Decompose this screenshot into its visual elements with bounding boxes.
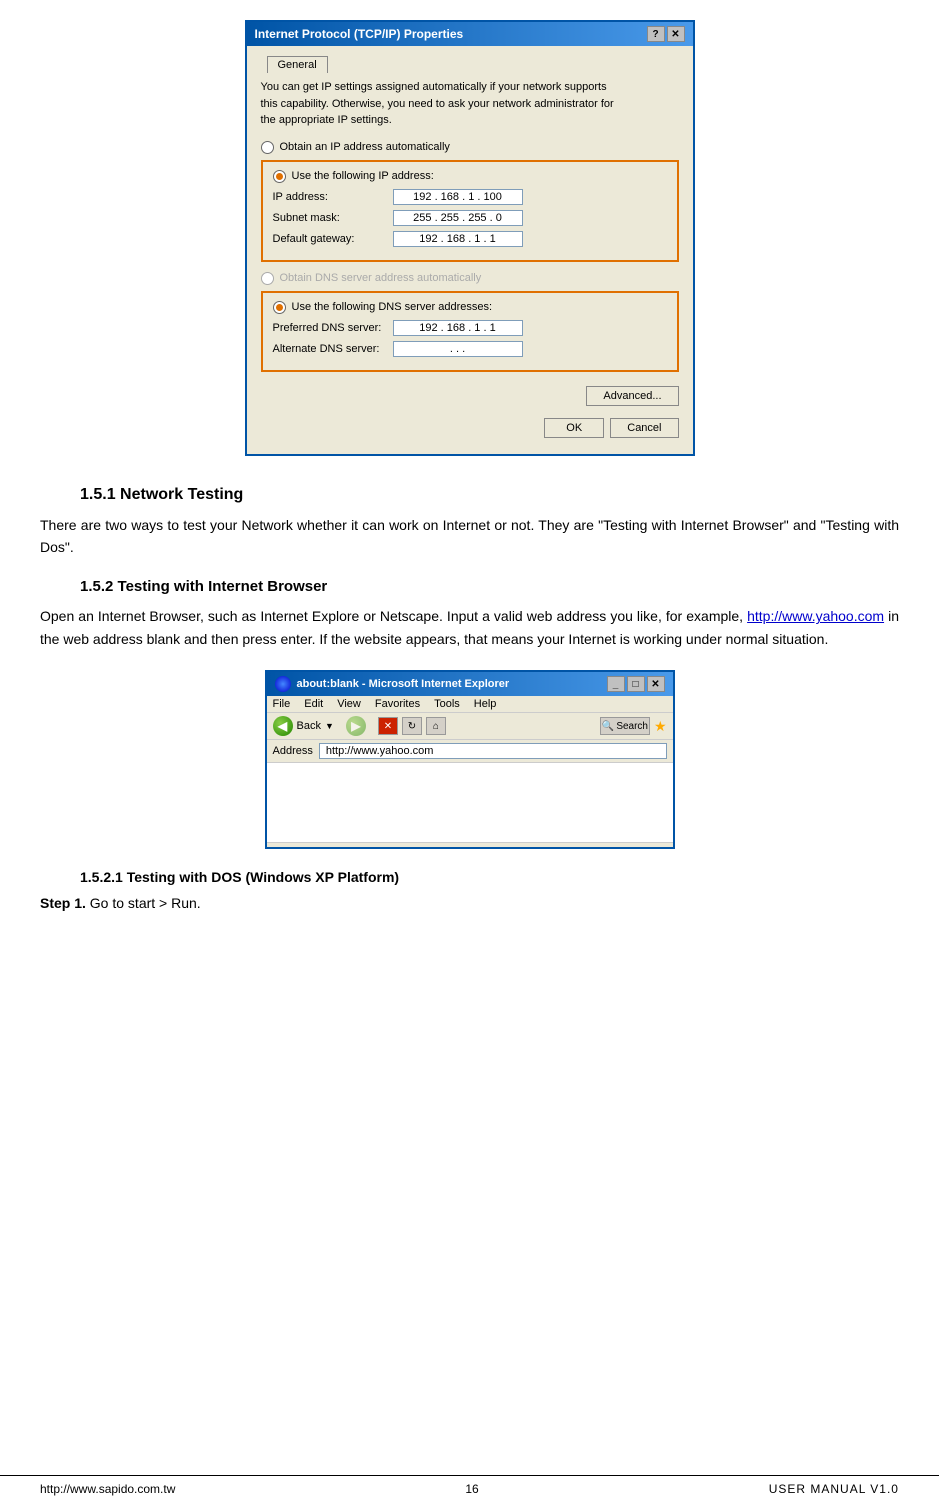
gateway-label: Default gateway: bbox=[273, 233, 393, 245]
ie-forward-button[interactable]: ▶ bbox=[346, 716, 366, 736]
manual-dns-label: Use the following DNS server addresses: bbox=[292, 301, 493, 313]
ie-menu-tools[interactable]: Tools bbox=[434, 698, 460, 710]
section-1-5-2-body: Open an Internet Browser, such as Intern… bbox=[40, 605, 899, 650]
section-1-5-2-1-heading: 1.5.2.1 Testing with DOS (Windows XP Pla… bbox=[80, 869, 899, 885]
tcp-ip-dialog-container: Internet Protocol (TCP/IP) Properties ? … bbox=[40, 20, 899, 456]
ie-back-label: Back bbox=[297, 720, 321, 732]
ie-menu-edit[interactable]: Edit bbox=[304, 698, 323, 710]
auto-ip-radio[interactable] bbox=[261, 141, 274, 154]
advanced-button[interactable]: Advanced... bbox=[586, 386, 678, 406]
ie-search-icon: 🔍 bbox=[602, 721, 614, 732]
preferred-dns-row: Preferred DNS server: 192 . 168 . 1 . 1 bbox=[273, 320, 667, 336]
subnet-label: Subnet mask: bbox=[273, 212, 393, 224]
ie-favorites-star-icon[interactable]: ★ bbox=[654, 718, 667, 735]
yahoo-link[interactable]: http://www.yahoo.com bbox=[747, 608, 884, 624]
footer-page: 16 bbox=[465, 1482, 478, 1496]
page-footer: http://www.sapido.com.tw 16 USER MANUAL … bbox=[0, 1475, 939, 1502]
ie-statusbar bbox=[267, 843, 673, 847]
alternate-dns-label: Alternate DNS server: bbox=[273, 343, 393, 355]
section-1-5-1-body: There are two ways to test your Network … bbox=[40, 514, 899, 559]
alternate-dns-row: Alternate DNS server: . . . bbox=[273, 341, 667, 357]
ok-button[interactable]: OK bbox=[544, 418, 604, 438]
auto-dns-radio[interactable] bbox=[261, 272, 274, 285]
auto-ip-label: Obtain an IP address automatically bbox=[280, 141, 450, 153]
section-1-5-1-heading: 1.5.1 Network Testing bbox=[80, 486, 899, 504]
dialog-titlebar: Internet Protocol (TCP/IP) Properties ? … bbox=[247, 22, 693, 46]
footer-url: http://www.sapido.com.tw bbox=[40, 1482, 175, 1496]
ie-menu-file[interactable]: File bbox=[273, 698, 291, 710]
manual-dns-row: Use the following DNS server addresses: bbox=[273, 301, 667, 314]
ie-menu-view[interactable]: View bbox=[337, 698, 361, 710]
ie-titlebar: about:blank - Microsoft Internet Explore… bbox=[267, 672, 673, 696]
ie-stop-button[interactable]: ✕ bbox=[378, 717, 398, 735]
ie-search-button[interactable]: 🔍 Search bbox=[600, 717, 650, 735]
preferred-dns-label: Preferred DNS server: bbox=[273, 322, 393, 334]
ie-minimize-button[interactable]: _ bbox=[607, 676, 625, 692]
close-button[interactable]: ✕ bbox=[667, 26, 685, 42]
ie-address-input[interactable] bbox=[319, 743, 667, 759]
step1-row: Step 1. Go to start > Run. bbox=[40, 895, 899, 911]
ok-cancel-row: OK Cancel bbox=[261, 418, 679, 444]
ie-logo-icon bbox=[275, 676, 291, 692]
ie-window-container: about:blank - Microsoft Internet Explore… bbox=[40, 670, 899, 849]
preferred-dns-value[interactable]: 192 . 168 . 1 . 1 bbox=[393, 320, 523, 336]
subnet-row: Subnet mask: 255 . 255 . 255 . 0 bbox=[273, 210, 667, 226]
section-1-5-2: 1.5.2 Testing with Internet Browser Open… bbox=[40, 578, 899, 650]
ie-toolbar: ◀ Back ▼ ▶ ✕ ↻ ⌂ 🔍 Search ★ bbox=[267, 713, 673, 740]
ie-close-button[interactable]: ✕ bbox=[647, 676, 665, 692]
dialog-title: Internet Protocol (TCP/IP) Properties bbox=[255, 27, 464, 41]
ip-address-row: IP address: 192 . 168 . 1 . 100 bbox=[273, 189, 667, 205]
manual-dns-radio[interactable] bbox=[273, 301, 286, 314]
manual-ip-radio[interactable] bbox=[273, 170, 286, 183]
gateway-row: Default gateway: 192 . 168 . 1 . 1 bbox=[273, 231, 667, 247]
titlebar-buttons: ? ✕ bbox=[647, 26, 685, 42]
general-tab[interactable]: General bbox=[267, 56, 328, 73]
footer-manual: USER MANUAL V1.0 bbox=[769, 1482, 899, 1496]
ie-home-button[interactable]: ⌂ bbox=[426, 717, 446, 735]
section-1-5-2-1: 1.5.2.1 Testing with DOS (Windows XP Pla… bbox=[40, 869, 899, 911]
section-1-5-2-body1: Open an Internet Browser, such as Intern… bbox=[40, 608, 743, 624]
ie-back-dropdown[interactable]: ▼ bbox=[325, 721, 334, 731]
ie-address-bar: Address bbox=[267, 740, 673, 763]
gateway-value[interactable]: 192 . 168 . 1 . 1 bbox=[393, 231, 523, 247]
ie-maximize-button[interactable]: □ bbox=[627, 676, 645, 692]
subnet-value[interactable]: 255 . 255 . 255 . 0 bbox=[393, 210, 523, 226]
ie-content-area bbox=[267, 763, 673, 843]
help-button[interactable]: ? bbox=[647, 26, 665, 42]
step1-label: Step 1. bbox=[40, 895, 86, 911]
ie-back-button[interactable]: ◀ bbox=[273, 716, 293, 736]
ie-menubar: File Edit View Favorites Tools Help bbox=[267, 696, 673, 713]
ip-address-label: IP address: bbox=[273, 191, 393, 203]
section-1-5-2-heading: 1.5.2 Testing with Internet Browser bbox=[80, 578, 899, 595]
alternate-dns-value[interactable]: . . . bbox=[393, 341, 523, 357]
ie-title: about:blank - Microsoft Internet Explore… bbox=[297, 678, 510, 690]
tcp-ip-dialog: Internet Protocol (TCP/IP) Properties ? … bbox=[245, 20, 695, 456]
auto-ip-row: Obtain an IP address automatically bbox=[261, 141, 679, 154]
dialog-info-text: You can get IP settings assigned automat… bbox=[261, 79, 679, 129]
ie-titlebar-buttons: _ □ ✕ bbox=[607, 676, 665, 692]
step1-text: Go to start > Run. bbox=[90, 895, 201, 911]
ie-menu-help[interactable]: Help bbox=[474, 698, 497, 710]
manual-ip-row: Use the following IP address: bbox=[273, 170, 667, 183]
ie-window: about:blank - Microsoft Internet Explore… bbox=[265, 670, 675, 849]
cancel-button[interactable]: Cancel bbox=[610, 418, 678, 438]
dialog-content: General You can get IP settings assigned… bbox=[247, 46, 693, 454]
auto-dns-row: Obtain DNS server address automatically bbox=[261, 272, 679, 285]
section-1-5-1: 1.5.1 Network Testing There are two ways… bbox=[40, 486, 899, 559]
advanced-btn-row: Advanced... bbox=[261, 382, 679, 412]
manual-dns-box: Use the following DNS server addresses: … bbox=[261, 291, 679, 372]
manual-ip-box: Use the following IP address: IP address… bbox=[261, 160, 679, 262]
ie-address-label: Address bbox=[273, 745, 313, 757]
ie-menu-favorites[interactable]: Favorites bbox=[375, 698, 420, 710]
ie-search-label: Search bbox=[616, 721, 648, 732]
ip-address-value[interactable]: 192 . 168 . 1 . 100 bbox=[393, 189, 523, 205]
manual-ip-label: Use the following IP address: bbox=[292, 170, 434, 182]
auto-dns-label: Obtain DNS server address automatically bbox=[280, 272, 482, 284]
ie-refresh-button[interactable]: ↻ bbox=[402, 717, 422, 735]
